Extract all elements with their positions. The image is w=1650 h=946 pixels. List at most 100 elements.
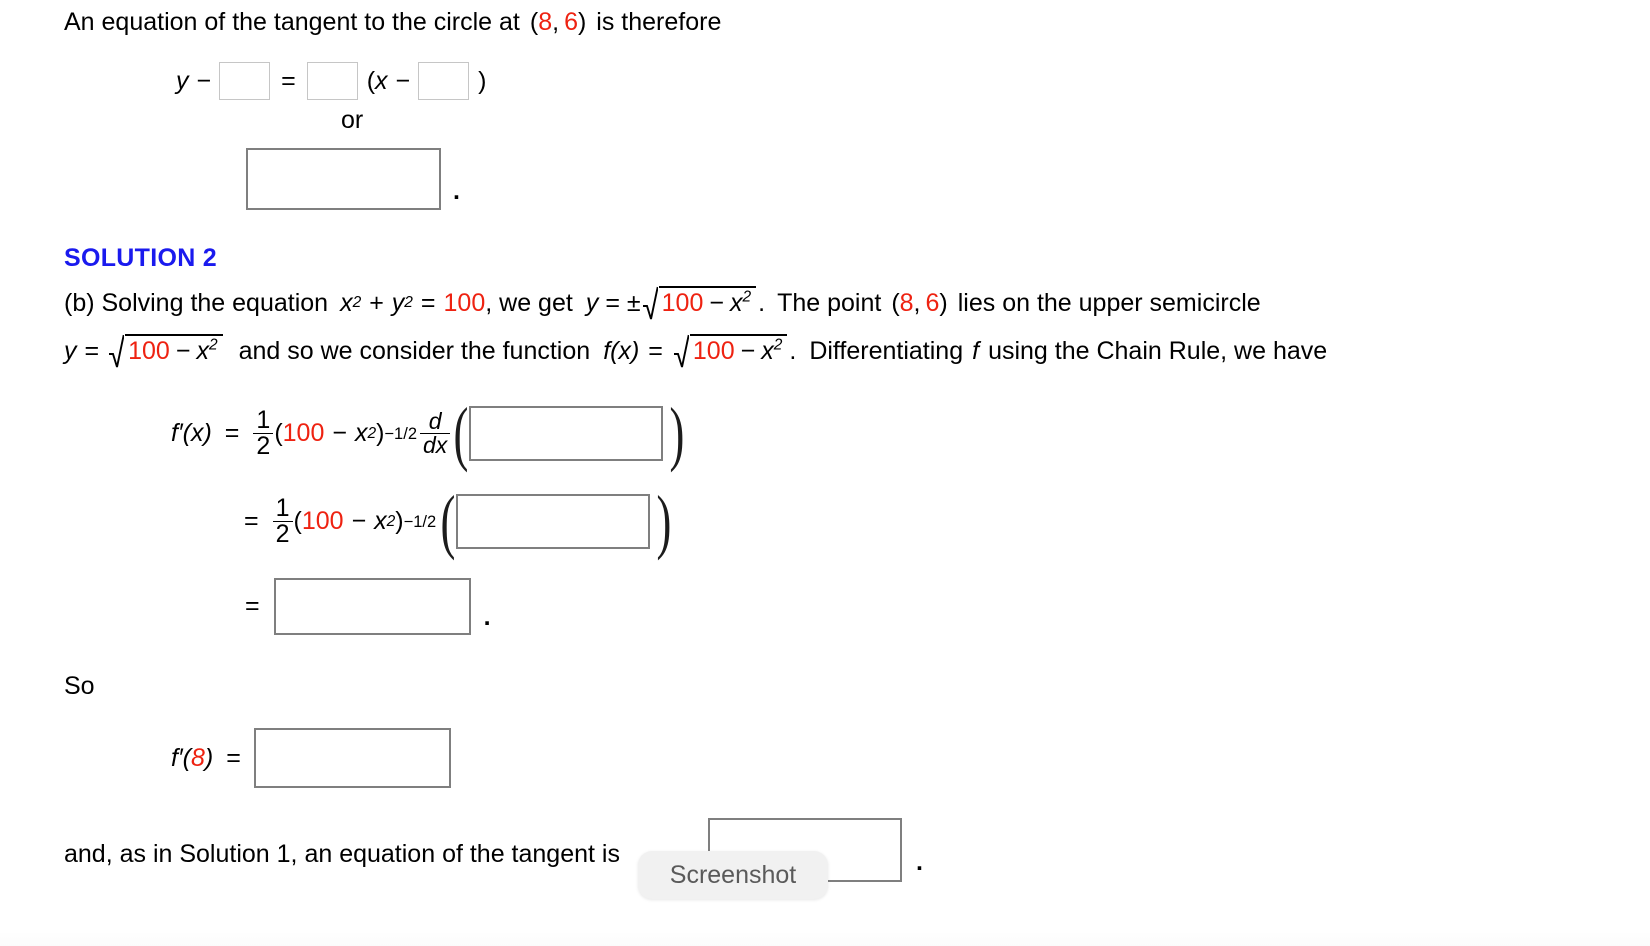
fraction-numerator: 1	[275, 493, 290, 522]
solution-line1-part-a: (b) Solving the equation	[64, 288, 329, 317]
closing-text: and, as in Solution 1, an equation of th…	[64, 840, 620, 868]
derivative-row2-equals: =	[244, 507, 259, 535]
intro-text-before: An equation of the tangent to the circle…	[64, 8, 520, 36]
ddx-denominator: dx	[420, 433, 451, 457]
intro-text-after: is therefore	[596, 8, 722, 36]
tangent-equation-row: y − = ( x − )	[176, 62, 486, 100]
derivative-row1-blank[interactable]	[469, 406, 664, 461]
derivative-row1-paren-open: (	[274, 419, 283, 447]
intro-point-close: )	[577, 8, 587, 36]
derivative-row1-hundred: 100	[282, 419, 325, 447]
derivative-row2-paren-open: (	[293, 507, 302, 535]
tangent-paren-close: )	[478, 66, 487, 95]
tangent-blank-1[interactable]	[219, 62, 271, 100]
radicand-x: x	[729, 289, 743, 317]
radical-sign-icon	[673, 334, 689, 368]
derivative-row2-big-paren-close: )	[656, 481, 672, 562]
derivative-row1-big-paren-open: (	[453, 393, 469, 474]
solution-line2-mid: and so we consider the function	[238, 336, 591, 365]
tangent-minus-1: −	[196, 66, 212, 95]
radicand-minus: −	[740, 337, 756, 365]
solution-line1-radicand: 100− x2	[658, 286, 757, 320]
derivative-row-2: = 1 2 ( 100 − x2 ) −1/2 ( )	[244, 481, 672, 562]
or-label: or	[341, 108, 363, 133]
solution-line1-y: y	[391, 288, 405, 317]
intro-point-x: 8	[538, 8, 553, 36]
fraction-numerator: 1	[256, 405, 271, 434]
radicand-x-exp: 2	[773, 336, 783, 354]
solution-line1-pt-y: 6	[925, 288, 940, 317]
screenshot-button[interactable]: Screenshot	[638, 851, 828, 899]
screenshot-button-label: Screenshot	[669, 860, 797, 889]
derivative-row1-half-fraction: 1 2	[253, 405, 274, 460]
solution-line2-tail-a: Differentiating	[809, 336, 964, 365]
derivative-row-3: = .	[245, 578, 491, 635]
so-label-text: So	[64, 672, 95, 700]
solution-line1-the-point: The point	[777, 288, 882, 317]
solution-line2-y: y	[64, 336, 77, 365]
derivative-row2-minus: −	[351, 507, 367, 535]
solution-line1-pt-close: )	[939, 288, 948, 317]
so-label: So	[64, 674, 95, 699]
derivative-row2-big-paren-open: (	[440, 481, 456, 562]
radicand-100: 100	[692, 337, 735, 365]
radicand-x-exp: 2	[742, 288, 752, 306]
fprime-close-paren: )	[204, 743, 214, 772]
closing-line: and, as in Solution 1, an equation of th…	[64, 842, 620, 867]
derivative-row2-blank[interactable]	[456, 494, 651, 549]
solution-line1-plusminus: ±	[626, 288, 641, 317]
exercise-page: An equation of the tangent to the circle…	[0, 0, 1650, 946]
solution-line2-tail-b: using the Chain Rule, we have	[988, 336, 1328, 365]
derivative-row1-lhs: f′(x)	[171, 419, 212, 447]
solution-line1-pt-x: 8	[899, 288, 914, 317]
radical-sign-icon	[109, 334, 125, 368]
intro-line: An equation of the tangent to the circle…	[64, 10, 721, 35]
tangent-equals: =	[281, 66, 296, 95]
fprime-eight-blank[interactable]	[253, 728, 451, 788]
derivative-row1-x: x	[354, 419, 368, 447]
radicand-100: 100	[128, 337, 170, 365]
derivative-row1-big-paren-close: )	[669, 393, 685, 474]
solution-line2-radicand-1: 100− x2	[125, 334, 223, 368]
solution-line1-hundred: 100	[443, 288, 486, 317]
derivative-row-1: f′(x) = 1 2 ( 100 − x2 ) −1/2 d dx ( )	[171, 393, 685, 474]
derivative-row1-minus: −	[332, 419, 347, 447]
or-answer-row: .	[246, 148, 460, 210]
solution-line1-period: .	[758, 288, 766, 317]
radical-sign-icon	[642, 286, 658, 320]
tangent-blank-3[interactable]	[418, 62, 470, 100]
solution-line-1: (b) Solving the equation x2 + y2 = 100 ,…	[64, 286, 1261, 320]
derivative-row1-equals: =	[224, 419, 240, 447]
solution-line1-equals: =	[420, 288, 436, 317]
fprime-equals: =	[226, 743, 241, 772]
fprime-label: f′(	[171, 743, 191, 772]
solution-line2-sqrt-2: 100− x2	[673, 334, 788, 368]
derivative-row3-blank[interactable]	[273, 578, 471, 635]
intro-point-comma: ,	[552, 8, 560, 36]
solution-line1-tail: lies on the upper semicircle	[957, 288, 1261, 317]
fraction-denominator: 2	[272, 521, 293, 548]
solution-line2-equals2: =	[648, 336, 663, 365]
radicand-minus: −	[175, 337, 191, 365]
solution-line2-equals: =	[84, 336, 100, 365]
solution-line1-plus: +	[369, 288, 384, 317]
or-label-text: or	[341, 106, 364, 134]
fraction-denominator: 2	[253, 433, 274, 460]
radicand-100: 100	[661, 289, 704, 317]
solution-line1-pt-comma: ,	[913, 288, 921, 317]
derivative-row2-x: x	[374, 507, 387, 535]
solution-line1-equals2: =	[605, 288, 620, 317]
solution-line1-sqrt: 100− x2	[642, 286, 757, 320]
solution-line2-fx: f(x)	[603, 336, 640, 365]
solution-line1-x: x	[340, 288, 353, 317]
solution-heading-text: SOLUTION 2	[64, 244, 218, 272]
tangent-minus-2: −	[395, 66, 411, 95]
or-answer-blank[interactable]	[246, 148, 441, 210]
derivative-row2-paren-close: )	[395, 507, 404, 535]
tangent-blank-2[interactable]	[306, 62, 358, 100]
ddx-numerator: d	[428, 407, 442, 434]
solution-line1-pt-open: (	[891, 288, 900, 317]
solution-line2-sqrt-1: 100− x2	[109, 334, 223, 368]
solution-line-2: y = 100− x2 and so we consider the functi…	[64, 334, 1327, 368]
solution-line2-radicand-2: 100− x2	[689, 334, 788, 368]
